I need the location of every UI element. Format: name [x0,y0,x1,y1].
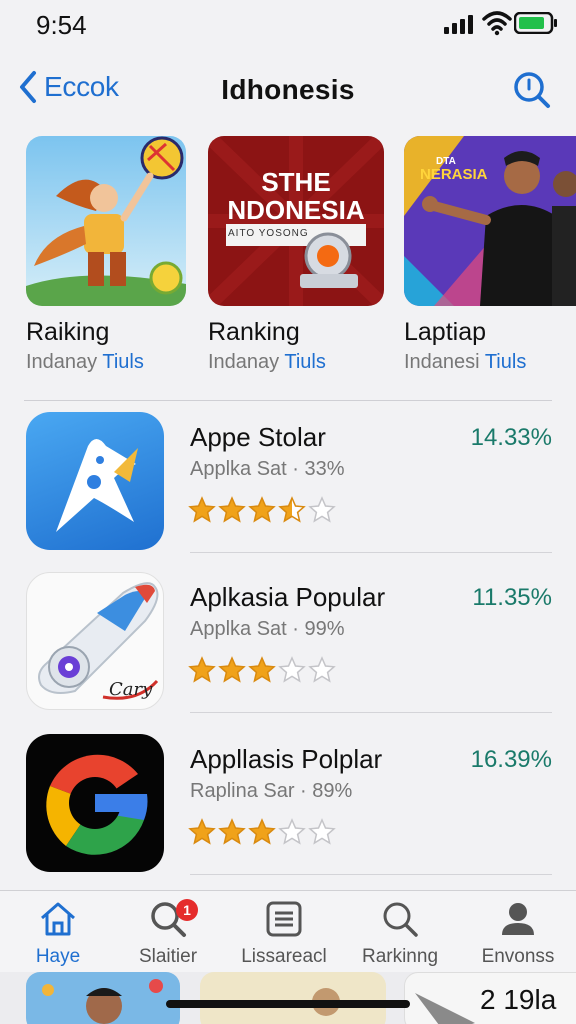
featured-subtitle: Indanesi Tiuls [404,351,576,374]
star-filled-icon [218,496,246,523]
artwork-title-line-2: NDONESIA [227,195,365,225]
star-empty-icon [278,656,306,683]
tab-label: Haye [35,946,81,967]
app-percent: 16.39% [470,746,552,773]
app-percent: 14.33% [470,424,552,451]
star-rating [188,818,336,846]
icon-wordmark: Cary [109,679,153,700]
peek-card-art [200,972,386,1024]
battery-icon [514,12,557,34]
row-separator [190,552,552,553]
featured-subtitle-link: Tiuls [484,351,527,373]
tab-bar: Haye 1 Slaitier Lissareacl Rarkinng Envo… [0,890,576,972]
google-g-icon [26,734,164,872]
app-subtitle: Raplina Sar · 89% [190,780,353,802]
star-rating [188,656,336,684]
featured-subtitle: Indanay Tiuls [208,351,386,374]
app-name: Appe Stolar [190,422,326,452]
home-icon [41,902,75,936]
artwork-title: NERASIA [420,166,488,183]
cellular-signal-icon [444,15,473,34]
artwork-banner: AITO YOSONG [228,228,309,239]
tab-search[interactable]: 1 Slaitier [110,899,226,968]
featured-title: Ranking [208,318,300,346]
tab-label: Rarkinng [361,946,439,967]
star-empty-icon [308,818,336,845]
peek-text: 2 19la [480,984,557,1015]
featured-card[interactable]: DTA NERASIA Laptiap Indanesi Tiuls [404,136,576,374]
person-icon [502,903,534,935]
featured-subtitle-link: Tiuls [102,351,144,373]
status-bar: 9:54 [0,0,576,50]
featured-artwork-presenter: DTA NERASIA [404,136,576,306]
tab-label: Envonss [481,946,555,967]
app-subtitle: Applka Sat · 99% [190,618,345,640]
navigation-bar: Eccok Idhonesis [0,60,576,120]
tab-list[interactable]: Lissareacl [226,899,342,968]
search-icon [383,902,418,937]
featured-subtitle-link: Tiuls [284,351,326,373]
star-filled-icon [218,818,246,845]
row-separator [190,874,552,875]
tab-label: Lissareacl [241,946,327,967]
peek-card-art [26,972,180,1024]
list-item[interactable]: Appllasis Polplar Raplina Sar · 89% 16.3… [0,734,576,884]
app-percent: 11.35% [472,584,552,611]
featured-artwork-adventure [26,136,186,306]
tab-profile[interactable]: Envonss [460,899,576,968]
content-peek: 2 19la [0,972,576,1024]
featured-subtitle-text: Indanay [208,351,280,373]
featured-carousel[interactable]: Raiking Indanay Tiuls STHE NDONESIA AITO… [0,136,576,386]
featured-subtitle-text: Indanay [26,351,98,373]
star-filled-icon [248,656,276,683]
featured-card[interactable]: Raiking Indanay Tiuls [26,136,204,374]
search-button[interactable] [512,70,552,110]
star-filled-icon [248,818,276,845]
app-name: Aplkasia Popular [190,582,386,612]
list-item[interactable]: Appe Stolar Applka Sat · 33% 14.33% [0,412,576,562]
home-indicator[interactable] [166,1000,410,1008]
star-empty-icon [278,818,306,845]
star-filled-icon [218,656,246,683]
wifi-icon [482,11,512,36]
star-filled-icon [248,496,276,523]
featured-title: Laptiap [404,318,487,346]
app-name: Appllasis Polplar [190,744,383,774]
featured-title: Raiking [26,318,110,346]
featured-card[interactable]: STHE NDONESIA AITO YOSONG Ranking Indana… [208,136,386,374]
star-rating [188,496,336,524]
star-filled-icon [188,496,216,523]
tab-home[interactable]: Haye [0,899,116,968]
list-icon [266,901,302,937]
app-subtitle: Applka Sat · 33% [190,458,345,480]
star-filled-icon [188,656,216,683]
featured-subtitle-text: Indanesi [404,351,480,373]
paper-plane-icon [26,412,164,550]
star-empty-icon [308,496,336,523]
star-filled-icon [188,818,216,845]
section-divider [24,400,552,401]
artwork-title: STHE NDONESIA [208,168,384,224]
status-time: 9:54 [36,10,87,40]
tab-label: Slaitier [138,946,198,967]
page-title: Idhonesis [221,74,355,105]
artwork-title-line-1: STHE [261,167,331,197]
rocket-camera-icon: Cary [26,572,164,710]
featured-subtitle: Indanay Tiuls [26,351,204,374]
star-half-icon [278,496,306,523]
list-item[interactable]: Cary Aplkasia Popular Applka Sat · 99% 1… [0,572,576,722]
search-icon [514,72,550,108]
tab-ranking[interactable]: Rarkinng [342,899,458,968]
row-separator [190,712,552,713]
featured-artwork-indonesia: STHE NDONESIA AITO YOSONG [208,136,384,306]
star-empty-icon [308,656,336,683]
notification-badge: 1 [176,899,198,921]
